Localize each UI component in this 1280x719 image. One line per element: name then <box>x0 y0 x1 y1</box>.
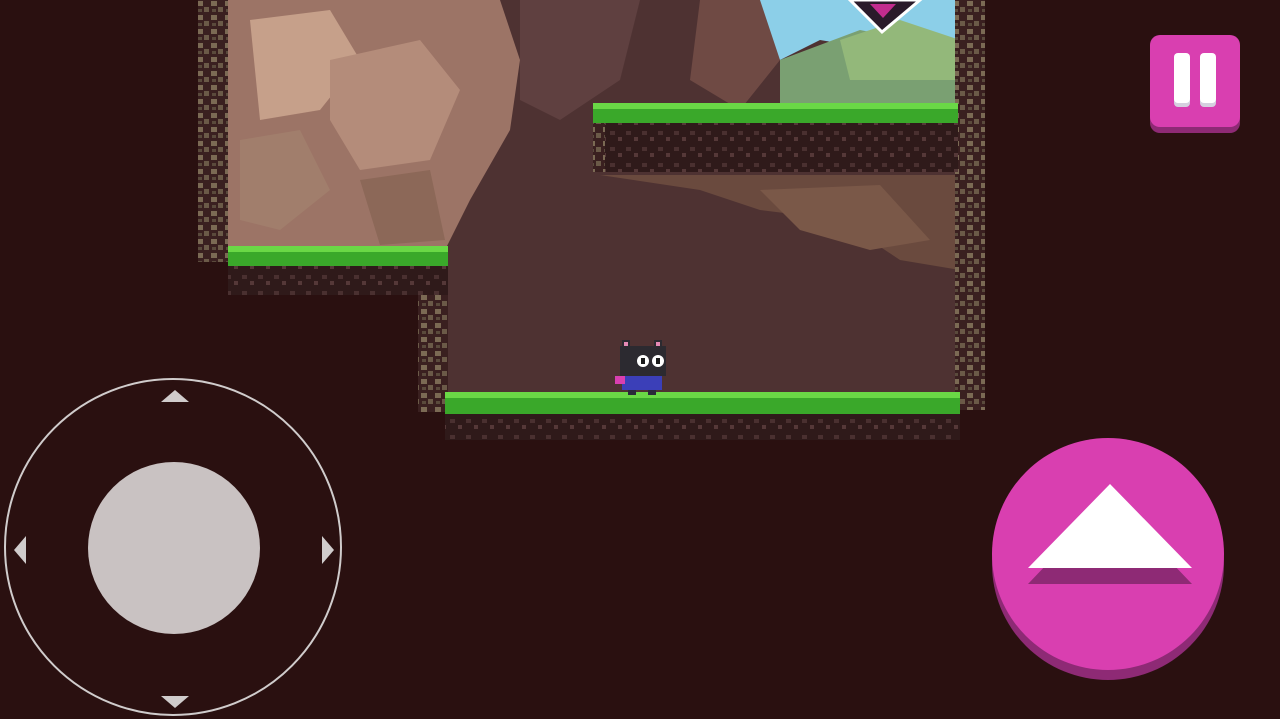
jump-button[interactable] <box>992 438 1224 670</box>
arrow-right-icon <box>322 536 334 564</box>
arrow-down-icon <box>161 696 189 708</box>
right-rock-wall <box>955 0 985 410</box>
cave-background <box>225 0 960 400</box>
pause-icon-bar-right <box>1200 53 1216 103</box>
player-cat <box>615 340 666 395</box>
joystick-knob[interactable] <box>88 462 260 634</box>
pause-icon-bar-left <box>1174 53 1190 103</box>
ground-platform <box>445 392 960 440</box>
virtual-joystick[interactable] <box>4 378 342 716</box>
arrow-up-icon <box>161 390 189 402</box>
pause-button[interactable] <box>1150 35 1240 127</box>
left-rock-wall <box>198 0 228 262</box>
left-ledge <box>228 246 448 295</box>
up-triangle-icon <box>1028 484 1192 584</box>
upper-platform <box>593 103 958 172</box>
arrow-left-icon <box>14 536 26 564</box>
